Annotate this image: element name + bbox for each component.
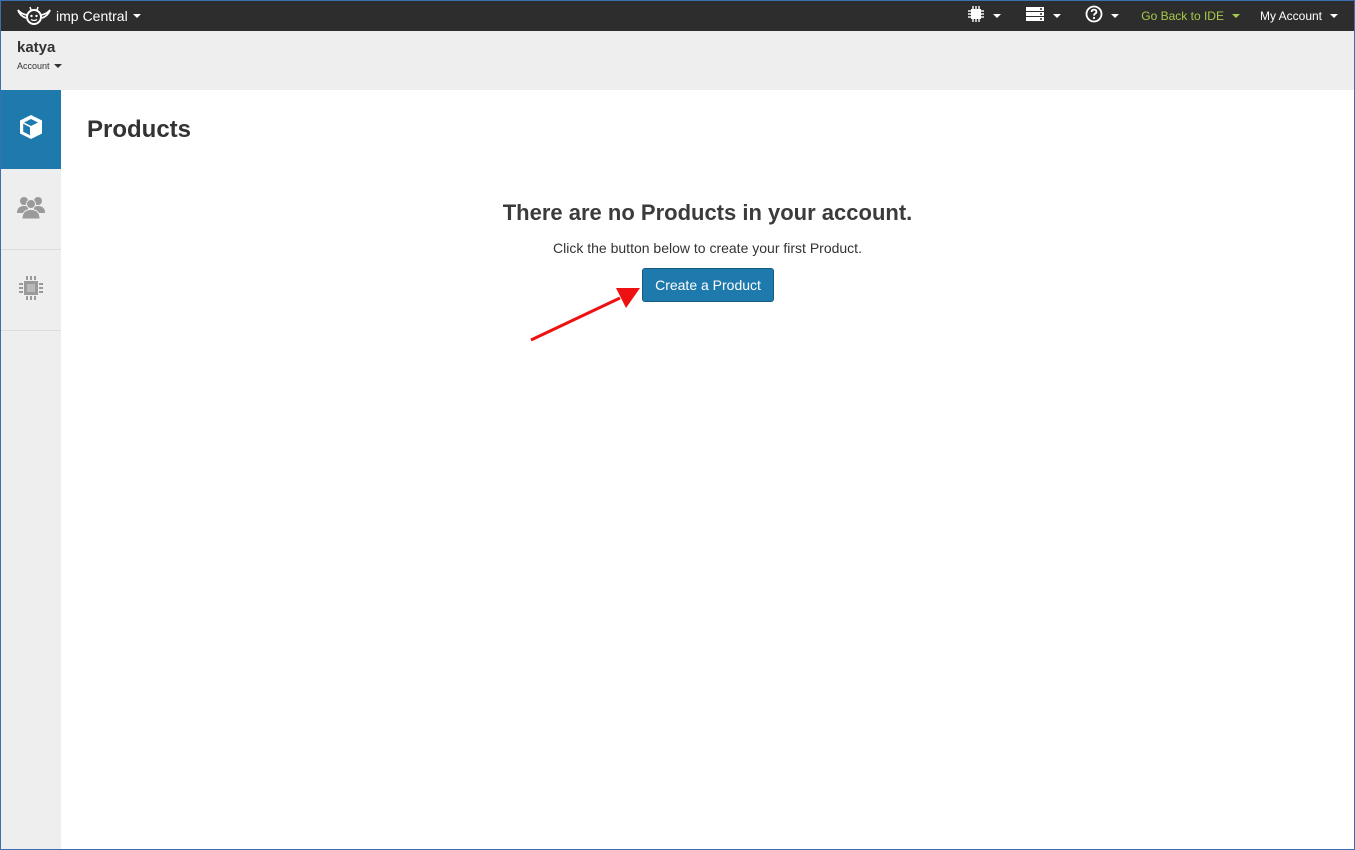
top-navbar: imp Central Go Back to IDE My Account <box>1 1 1354 31</box>
empty-state-text: Click the button below to create your fi… <box>553 240 862 256</box>
chip-icon <box>17 274 45 307</box>
servers-menu-button[interactable] <box>1013 1 1073 31</box>
top-nav-right: Go Back to IDE My Account <box>955 1 1354 31</box>
empty-state-title: There are no Products in your account. <box>502 200 913 225</box>
sidebar <box>1 90 61 849</box>
chevron-down-icon <box>1231 14 1240 18</box>
chevron-down-icon <box>1111 14 1120 18</box>
brand-imp: imp <box>56 8 79 24</box>
my-account-menu[interactable]: My Account <box>1250 1 1354 31</box>
chevron-down-icon <box>53 64 62 68</box>
sidebar-item-products[interactable] <box>1 90 61 169</box>
create-product-button[interactable]: Create a Product <box>642 268 774 302</box>
chevron-down-icon <box>1330 14 1338 18</box>
page-title: Products <box>87 116 192 143</box>
brand-caret-icon <box>132 14 141 18</box>
chevron-down-icon <box>1053 14 1062 18</box>
chevron-down-icon <box>993 14 1002 18</box>
annotation-arrow-icon <box>530 288 640 342</box>
account-header: katya Account <box>1 31 1354 90</box>
go-back-to-ide-link[interactable]: Go Back to IDE <box>1131 1 1250 31</box>
cube-icon <box>17 113 45 146</box>
server-icon <box>1025 6 1045 27</box>
brand-menu[interactable]: imp Central <box>15 6 141 26</box>
my-account-label: My Account <box>1259 9 1322 23</box>
main-content: Products There are no Products in your a… <box>61 90 1354 849</box>
ide-link-label: Go Back to IDE <box>1141 9 1224 23</box>
account-name: katya <box>17 39 56 56</box>
account-switcher[interactable]: Account <box>17 61 62 71</box>
sidebar-item-collaborators[interactable] <box>1 169 61 250</box>
users-icon <box>16 194 46 225</box>
sidebar-item-devices[interactable] <box>1 250 61 331</box>
imp-logo-icon <box>15 6 53 26</box>
help-menu-button[interactable] <box>1073 1 1131 31</box>
help-icon <box>1085 5 1103 28</box>
devices-menu-button[interactable] <box>955 1 1013 31</box>
account-switcher-label: Account <box>17 61 50 71</box>
brand-central: Central <box>82 8 128 24</box>
chip-icon <box>967 5 985 28</box>
